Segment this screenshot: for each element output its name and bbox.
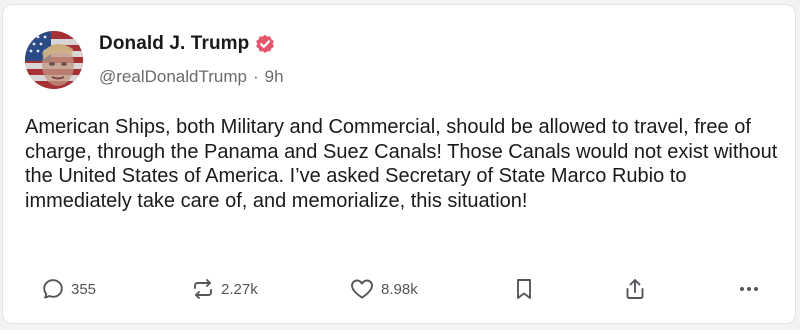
post-actions-bar: 355 2.27k 8.98k — [3, 269, 797, 309]
avatar[interactable] — [25, 31, 83, 89]
share-icon — [623, 277, 647, 301]
avatar-image — [25, 31, 83, 89]
author-display-name[interactable]: Donald J. Trump — [99, 33, 249, 55]
repost-button[interactable]: 2.27k — [191, 269, 258, 309]
repost-count: 2.27k — [221, 280, 258, 298]
more-options-button[interactable] — [737, 269, 761, 309]
author-meta-row: @realDonaldTrump · 9h — [99, 67, 284, 87]
share-button[interactable] — [623, 269, 647, 309]
reply-count: 355 — [71, 280, 97, 298]
post-card: Donald J. Trump @realDonaldTrump · 9h Am… — [2, 4, 796, 324]
heart-icon — [349, 277, 375, 301]
bookmark-button[interactable] — [513, 269, 535, 309]
more-icon — [737, 277, 761, 301]
like-button[interactable]: 8.98k — [349, 269, 418, 309]
post-timestamp[interactable]: 9h — [265, 67, 284, 87]
verified-badge-icon — [255, 34, 275, 54]
author-handle[interactable]: @realDonaldTrump — [99, 67, 247, 87]
author-name-row: Donald J. Trump — [99, 33, 275, 55]
repost-icon — [191, 277, 215, 301]
like-count: 8.98k — [381, 280, 418, 298]
reply-button[interactable]: 355 — [41, 269, 96, 309]
reply-icon — [41, 277, 65, 301]
bookmark-icon — [513, 277, 535, 301]
meta-separator: · — [252, 67, 259, 86]
post-body-text: American Ships, both Military and Commer… — [25, 116, 778, 212]
